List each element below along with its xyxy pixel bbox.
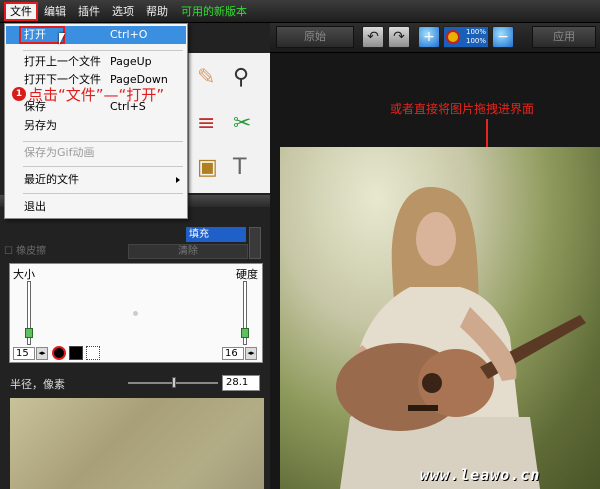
size-spinner[interactable]: ◂▸ <box>36 347 48 360</box>
radius-label: 半径，像素 <box>10 378 65 391</box>
clone-tool-icon[interactable]: ✂ <box>233 111 251 136</box>
zoom-out-icon[interactable]: − <box>492 26 514 48</box>
eraser-row: ☐ 橡皮擦 清除 <box>4 244 264 259</box>
menu-open-previous[interactable]: 打开上一个文件 PageUp <box>6 53 186 71</box>
size-slider[interactable] <box>25 281 33 345</box>
watermark: www.leawo.cn <box>420 466 541 484</box>
dotted-brush-button[interactable] <box>86 346 100 360</box>
clear-button[interactable]: 清除 <box>128 244 248 259</box>
submenu-arrow-icon <box>176 177 180 183</box>
radius-slider-knob[interactable] <box>172 377 176 388</box>
fill-mode-select[interactable]: 填充 <box>186 227 246 242</box>
photo-canvas[interactable] <box>280 147 600 489</box>
step-badge: 1 <box>12 87 26 101</box>
canvas-area[interactable]: 或者直接将图片拖拽进界面 <box>270 54 600 489</box>
radius-row: 半径，像素 28.1 <box>0 373 270 393</box>
app-window: 文件 编辑 插件 选项 帮助 可用的新版本 ✎ ⚲ ≡ ✂ ▣ T 填充 ☐ 橡… <box>0 0 600 489</box>
hardness-slider[interactable] <box>241 281 249 345</box>
round-brush-button[interactable] <box>52 346 66 360</box>
zoom-100-button[interactable]: 100% 100% <box>443 26 489 48</box>
new-version-link[interactable]: 可用的新版本 <box>177 3 251 20</box>
menu-save-gif: 保存为Gif动画 <box>6 144 186 162</box>
menu-exit[interactable]: 退出 <box>6 198 186 216</box>
menu-separator <box>23 193 183 194</box>
eraser-label: 橡皮擦 <box>16 246 47 257</box>
size-value[interactable]: 15 <box>13 347 35 360</box>
redo-icon[interactable]: ↷ <box>388 26 410 48</box>
zoom-in-icon[interactable]: + <box>418 26 440 48</box>
menu-help[interactable]: 帮助 <box>142 3 172 20</box>
pin-tool-icon[interactable]: ⚲ <box>233 65 249 90</box>
menu-plugins[interactable]: 插件 <box>74 3 104 20</box>
menu-exit-label: 退出 <box>24 200 46 213</box>
hardness-label: 硬度 <box>236 268 258 281</box>
girl-with-guitar-photo <box>336 187 586 489</box>
lines-tool-icon[interactable]: ≡ <box>197 111 215 136</box>
drag-hint-text: 或者直接将图片拖拽进界面 <box>390 102 535 116</box>
tv-tool-icon[interactable]: ▣ <box>197 155 218 180</box>
zoom-magnet-icon <box>446 30 460 44</box>
menu-file[interactable]: 文件 <box>4 2 38 21</box>
text-tool-icon[interactable]: T <box>233 155 246 180</box>
square-brush-button[interactable] <box>69 346 83 360</box>
menu-save-gif-label: 保存为Gif动画 <box>24 146 95 159</box>
preview-thumbnail <box>10 398 264 489</box>
brush-settings: 大小 硬度 15 ◂▸ 16 ◂▸ <box>9 263 263 363</box>
menu-separator <box>23 141 183 142</box>
menu-open-shortcut: Ctrl+O <box>110 28 148 41</box>
menu-open-previous-label: 打开上一个文件 <box>24 55 101 68</box>
hardness-spinner[interactable]: ◂▸ <box>245 347 257 360</box>
menu-separator <box>23 50 183 51</box>
eraser-checkbox[interactable]: ☐ 橡皮擦 <box>4 244 46 259</box>
tool-palette: ✎ ⚲ ≡ ✂ ▣ T <box>188 53 270 193</box>
menu-save-as-label: 另存为 <box>24 119 57 132</box>
toolbar: 原始 ↶ ↷ + 100% 100% − 应用 <box>270 23 600 53</box>
brush-preview-dot <box>133 311 138 316</box>
apply-button[interactable]: 应用 <box>532 26 596 48</box>
file-menu-dropdown: 打开 Ctrl+O 打开上一个文件 PageUp 打开下一个文件 PageDow… <box>4 23 188 219</box>
radius-value[interactable]: 28.1 <box>222 375 260 391</box>
original-button[interactable]: 原始 <box>276 26 354 48</box>
size-label: 大小 <box>13 268 35 281</box>
menu-open-previous-shortcut: PageUp <box>110 55 152 68</box>
menu-save-as[interactable]: 另存为 <box>6 117 186 135</box>
hardness-value[interactable]: 16 <box>222 347 244 360</box>
step-instruction: 点击“文件”—“打开” <box>28 86 165 104</box>
menu-bar: 文件 编辑 插件 选项 帮助 可用的新版本 <box>0 0 600 23</box>
undo-icon[interactable]: ↶ <box>362 26 384 48</box>
menu-separator <box>23 166 183 167</box>
smudge-tool-icon[interactable]: ✎ <box>197 65 215 90</box>
hardness-slider-knob[interactable] <box>241 328 249 338</box>
menu-recent-files-label: 最近的文件 <box>24 173 79 186</box>
size-slider-knob[interactable] <box>25 328 33 338</box>
menu-edit[interactable]: 编辑 <box>40 3 70 20</box>
mouse-cursor-icon <box>59 33 65 45</box>
menu-recent-files[interactable]: 最近的文件 <box>6 171 186 189</box>
menu-options[interactable]: 选项 <box>108 3 138 20</box>
